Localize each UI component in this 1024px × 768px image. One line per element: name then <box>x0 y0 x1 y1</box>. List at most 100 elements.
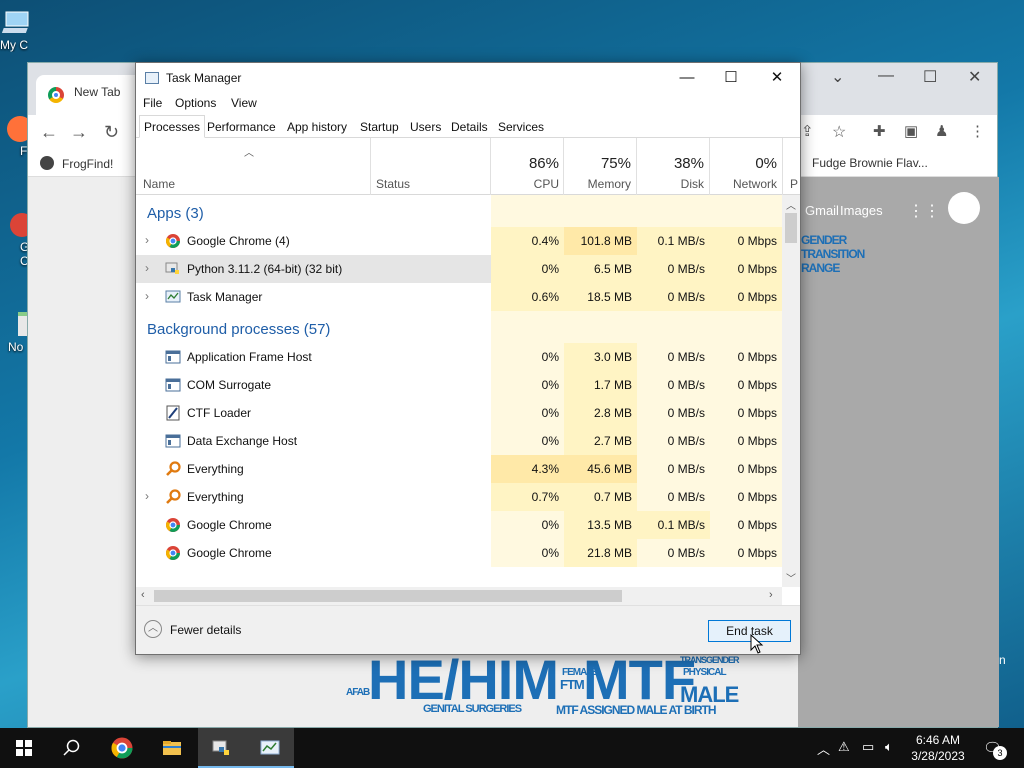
taskbar-task-manager[interactable] <box>246 728 294 768</box>
forward-arrow-icon[interactable]: → <box>70 122 88 143</box>
memory-value: 3.0 MB <box>564 343 637 371</box>
process-row[interactable]: Google Chrome 0% 13.5 MB 0.1 MB/s 0 Mbps <box>136 511 782 539</box>
expand-chevron-icon[interactable]: › <box>145 233 149 247</box>
profile-avatar-icon[interactable]: ♟ <box>935 122 948 140</box>
task-manager-window[interactable]: Task Manager — ☐ ✕ File Options View Pro… <box>135 62 801 655</box>
column-memory[interactable]: Memory <box>568 177 631 191</box>
column-status[interactable]: Status <box>376 177 410 191</box>
heat-cell <box>710 311 782 343</box>
scroll-up-arrow-icon[interactable]: ︿ <box>786 197 796 212</box>
tab-processes[interactable]: Processes <box>139 115 206 138</box>
network-warning-icon[interactable]: ⚠ <box>838 739 850 755</box>
chevron-up-icon[interactable]: ︿ <box>817 739 830 758</box>
tab-services[interactable]: Services <box>493 115 549 138</box>
cpu-value: 0% <box>491 511 564 539</box>
network-value: 0 Mbps <box>710 255 782 283</box>
scroll-thumb[interactable] <box>154 590 622 602</box>
cpu-value: 0% <box>491 539 564 567</box>
scroll-down-arrow-icon[interactable]: ﹀ <box>786 570 796 585</box>
column-disk[interactable]: Disk <box>641 177 704 191</box>
wordcloud-word: PHYSICAL <box>683 667 727 678</box>
footer: ︿ Fewer details End task <box>136 605 800 654</box>
tab-startup[interactable]: Startup <box>355 115 404 138</box>
everything-search-icon <box>166 461 181 476</box>
disk-value: 0 MB/s <box>637 455 710 483</box>
column-name[interactable]: Name <box>143 177 175 191</box>
tab-details[interactable]: Details <box>446 115 493 138</box>
gmail-link[interactable]: Gmail <box>805 203 839 218</box>
disk-value: 0 MB/s <box>637 255 710 283</box>
process-row[interactable]: › Task Manager 0.6% 18.5 MB 0 MB/s 0 Mbp… <box>136 283 782 311</box>
taskbar-chrome[interactable] <box>98 728 146 768</box>
task-manager-icon <box>165 290 181 303</box>
taskbar-python[interactable] <box>198 728 246 768</box>
taskbar-file-explorer[interactable] <box>148 728 196 768</box>
close-button[interactable]: ✕ <box>754 66 800 90</box>
close-icon[interactable]: ✕ <box>968 67 981 87</box>
menu-view[interactable]: View <box>231 96 257 110</box>
tab-performance[interactable]: Performance <box>202 115 281 138</box>
process-row[interactable]: Application Frame Host 0% 3.0 MB 0 MB/s … <box>136 343 782 371</box>
process-row[interactable]: › Google Chrome (4) 0.4% 101.8 MB 0.1 MB… <box>136 227 782 255</box>
heat-cell <box>491 195 564 227</box>
extensions-puzzle-icon[interactable]: ✚ <box>873 122 886 140</box>
kebab-menu-icon[interactable]: ⋮ <box>970 122 985 140</box>
network-icon[interactable]: ▭ <box>862 739 874 755</box>
minimize-icon[interactable]: — <box>878 67 894 85</box>
desktop-icon-this-pc[interactable]: My C <box>0 8 30 52</box>
back-arrow-icon[interactable]: ← <box>40 122 58 143</box>
bookmark-fudge-brownie[interactable]: Fudge Brownie Flav... <box>812 156 928 170</box>
process-row[interactable]: › Python 3.11.2 (64-bit) (32 bit) 0% 6.5… <box>136 255 782 283</box>
tab-users[interactable]: Users <box>405 115 446 138</box>
minimize-button[interactable]: — <box>664 66 710 90</box>
scroll-right-arrow-icon[interactable]: › <box>769 589 773 601</box>
disk-value: 0 MB/s <box>637 483 710 511</box>
account-avatar[interactable] <box>948 192 980 224</box>
start-button[interactable] <box>0 728 48 768</box>
side-panel-icon[interactable]: ▣ <box>904 122 918 140</box>
fewer-details-link[interactable]: Fewer details <box>170 623 241 637</box>
process-row[interactable]: CTF Loader 0% 2.8 MB 0 MB/s 0 Mbps <box>136 399 782 427</box>
sort-caret-icon[interactable]: ︿ <box>244 144 254 159</box>
vertical-scrollbar[interactable]: ︿ ﹀ <box>782 195 800 587</box>
menu-options[interactable]: Options <box>175 96 216 110</box>
bookmark-frogfind[interactable]: FrogFind! <box>40 156 113 171</box>
volume-icon[interactable]: 🔈︎ <box>885 739 893 755</box>
process-row[interactable]: › Everything 0.7% 0.7 MB 0 MB/s 0 Mbps <box>136 483 782 511</box>
process-row[interactable]: Google Chrome 0% 21.8 MB 0 MB/s 0 Mbps <box>136 539 782 567</box>
expand-chevron-icon[interactable]: › <box>145 489 149 503</box>
column-divider <box>709 138 710 195</box>
column-cpu[interactable]: CPU <box>496 177 559 191</box>
process-row[interactable]: Everything 4.3% 45.6 MB 0 MB/s 0 Mbps <box>136 455 782 483</box>
process-row[interactable]: COM Surrogate 0% 1.7 MB 0 MB/s 0 Mbps <box>136 371 782 399</box>
desktop-icon-notepad[interactable]: No <box>0 310 30 354</box>
scroll-thumb[interactable] <box>785 213 797 243</box>
clock[interactable]: 6:46 AM 3/28/2023 <box>906 732 970 764</box>
chevron-down-icon[interactable]: ⌄ <box>831 67 844 87</box>
images-link[interactable]: Images <box>840 203 883 218</box>
column-network[interactable]: Network <box>714 177 777 191</box>
desktop-icon-chrome[interactable]: G C <box>0 210 30 268</box>
column-power-fragment[interactable]: P <box>790 177 798 191</box>
reload-icon[interactable]: ↻ <box>104 122 119 143</box>
share-icon[interactable]: ⇪ <box>801 122 814 140</box>
apps-grid-icon[interactable]: ⋮⋮ <box>908 201 940 221</box>
scroll-left-arrow-icon[interactable]: ‹ <box>141 589 145 601</box>
title-bar[interactable]: Task Manager — ☐ ✕ <box>136 63 800 93</box>
expand-chevron-icon[interactable]: › <box>145 261 149 275</box>
chevron-up-icon[interactable]: ︿ <box>144 620 162 638</box>
tab-app-history[interactable]: App history <box>282 115 352 138</box>
desktop-icon-label: No <box>8 340 24 354</box>
process-list[interactable]: Apps (3) › Google Chrome (4) 0.4% 101.8 … <box>136 195 782 587</box>
maximize-icon[interactable]: ☐ <box>923 67 937 87</box>
menu-file[interactable]: File <box>143 96 162 110</box>
cpu-value: 0% <box>491 371 564 399</box>
notepad-icon <box>18 312 28 336</box>
expand-chevron-icon[interactable]: › <box>145 289 149 303</box>
bookmark-star-icon[interactable]: ☆ <box>832 122 846 142</box>
taskbar-search-button[interactable] <box>48 728 96 768</box>
horizontal-scrollbar[interactable]: ‹ › <box>136 587 782 605</box>
process-row[interactable]: Data Exchange Host 0% 2.7 MB 0 MB/s 0 Mb… <box>136 427 782 455</box>
desktop-icon-firefox[interactable]: F <box>0 114 30 158</box>
maximize-button[interactable]: ☐ <box>708 66 754 90</box>
